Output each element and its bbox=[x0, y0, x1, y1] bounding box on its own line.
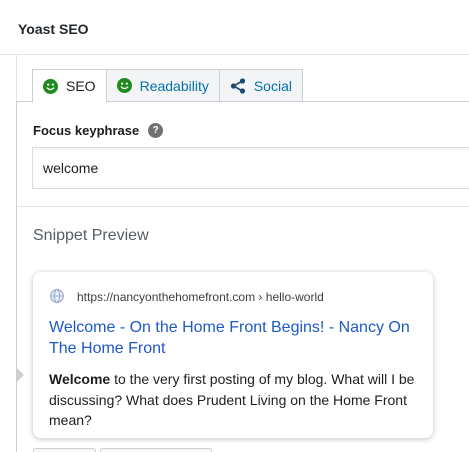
smiley-icon bbox=[43, 78, 58, 94]
snippet-url[interactable]: https://nancyonthehomefront.com › hello-… bbox=[77, 290, 324, 304]
tab-social-label: Social bbox=[253, 77, 292, 94]
panel-header[interactable]: Yoast SEO bbox=[0, 0, 469, 55]
share-icon bbox=[230, 77, 246, 94]
focus-keyphrase-input[interactable] bbox=[32, 147, 469, 189]
tab-readability-label: Readability bbox=[139, 77, 209, 94]
snippet-preview-heading[interactable]: Snippet Preview bbox=[33, 227, 149, 245]
panel-title: Yoast SEO bbox=[18, 21, 89, 37]
globe-icon bbox=[50, 289, 64, 308]
tab-social[interactable]: Social bbox=[218, 69, 303, 102]
yoast-seo-panel: Yoast SEO SEO Readability Social Focus k… bbox=[0, 0, 469, 452]
smiley-icon bbox=[116, 78, 132, 93]
section-divider bbox=[17, 206, 469, 207]
desktop-preview-button[interactable] bbox=[100, 448, 212, 452]
mobile-preview-button[interactable] bbox=[33, 448, 96, 452]
focus-keyphrase-label: Focus keyphrase ? bbox=[33, 123, 164, 138]
tab-seo-label: SEO bbox=[66, 78, 96, 94]
focus-keyphrase-label-text: Focus keyphrase bbox=[33, 123, 140, 138]
snippet-description-keyword: Welcome bbox=[49, 371, 111, 387]
tab-readability[interactable]: Readability bbox=[105, 69, 220, 102]
tab-bar: SEO Readability Social bbox=[32, 69, 303, 103]
tab-seo[interactable]: SEO bbox=[32, 69, 107, 103]
snippet-title[interactable]: Welcome - On the Home Front Begins! - Na… bbox=[49, 317, 419, 359]
snippet-description[interactable]: Welcome to the very first posting of my … bbox=[49, 369, 423, 431]
caret-right-icon[interactable] bbox=[17, 368, 24, 382]
help-icon[interactable]: ? bbox=[148, 123, 164, 138]
google-snippet-card[interactable]: https://nancyonthehomefront.com › hello-… bbox=[33, 272, 433, 438]
